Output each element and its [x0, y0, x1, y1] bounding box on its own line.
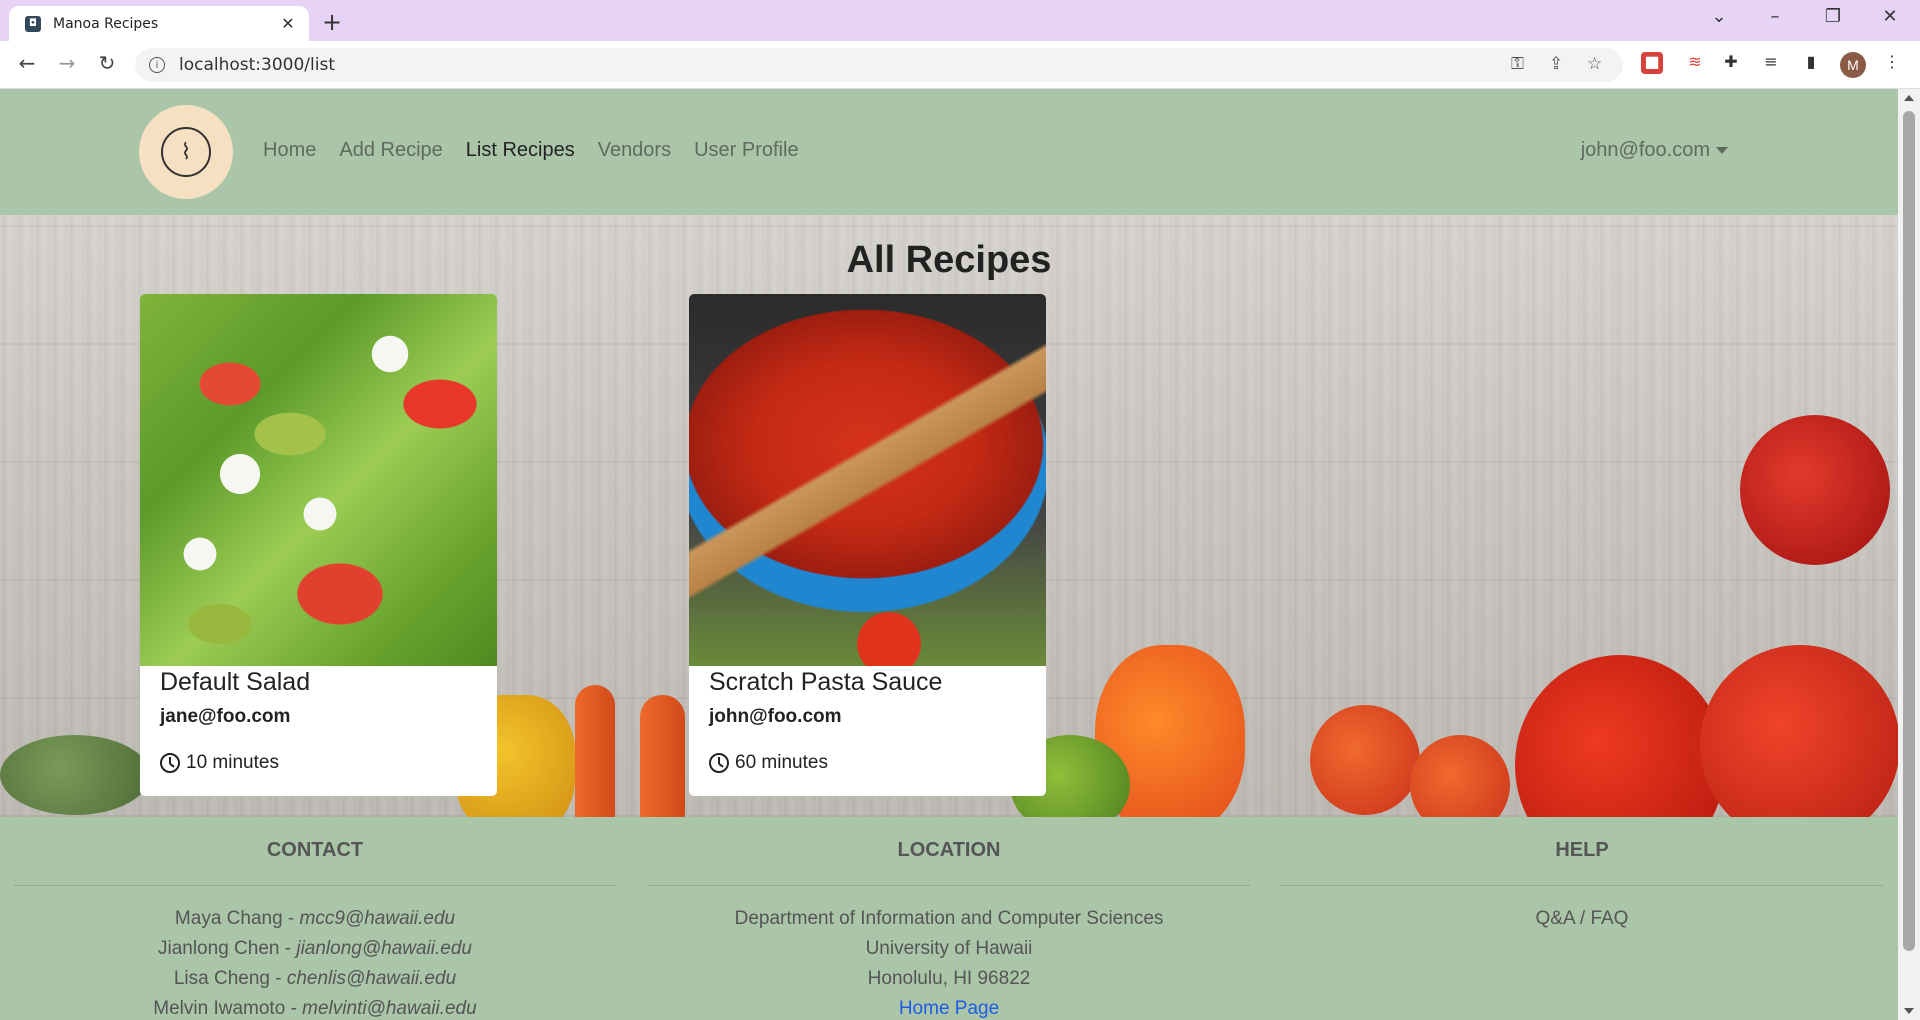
browser-tab-strip: ◘ Manoa Recipes ✕ + ⌄ – ❐ ✕ [0, 0, 1920, 41]
faq-link[interactable]: Q&A / FAQ [1281, 904, 1883, 934]
site-footer: CONTACT Maya Chang - mcc9@hawaii.edu Jia… [0, 817, 1898, 1020]
browser-tab[interactable]: ◘ Manoa Recipes ✕ [9, 6, 309, 41]
new-tab-button[interactable]: + [322, 8, 342, 36]
footer-help: HELP Q&A / FAQ [1281, 817, 1883, 934]
scroll-up-icon[interactable] [1904, 95, 1914, 101]
reload-icon[interactable]: ↻ [93, 51, 121, 75]
close-window-button[interactable]: ✕ [1875, 6, 1905, 27]
footer-location: LOCATION Department of Information and C… [648, 817, 1250, 1020]
nav-link-user-profile[interactable]: User Profile [694, 139, 798, 162]
location-line: University of Hawaii [865, 938, 1033, 959]
divider [1281, 885, 1883, 886]
restore-button[interactable]: ❐ [1818, 6, 1848, 27]
nav-link-add-recipe[interactable]: Add Recipe [339, 139, 442, 162]
recipes-section: All Recipes Default Salad jane@foo.com 1… [0, 215, 1898, 817]
address-bar[interactable]: i localhost:3000/list ⚿ ⇪ ☆ [135, 48, 1623, 82]
footer-heading-location: LOCATION [897, 839, 1001, 861]
site-logo[interactable]: ⌇ [139, 105, 233, 199]
nav-link-vendors[interactable]: Vendors [598, 139, 671, 162]
contact-line: Melvin Iwamoto - melvinti@hawaii.edu [153, 998, 477, 1019]
scroll-thumb[interactable] [1903, 111, 1915, 951]
bell-pepper-image [1740, 415, 1890, 565]
location-line: Honolulu, HI 96822 [867, 968, 1031, 989]
contact-line: Lisa Cheng - chenlis@hawaii.edu [173, 968, 457, 989]
recipe-image-pasta-sauce[interactable] [689, 294, 1046, 666]
footer-contact: CONTACT Maya Chang - mcc9@hawaii.edu Jia… [14, 817, 616, 1020]
location-line: Department of Information and Computer S… [734, 908, 1164, 929]
extension-icon[interactable]: ■ [1641, 52, 1663, 74]
recipe-card[interactable]: Scratch Pasta Sauce john@foo.com 60 minu… [689, 294, 1046, 796]
recipe-card[interactable]: Default Salad jane@foo.com 10 minutes [140, 294, 497, 796]
recipe-owner: jane@foo.com [160, 706, 291, 727]
clock-icon [709, 753, 729, 773]
url-text[interactable]: localhost:3000/list [179, 55, 335, 75]
recipe-name: Default Salad [160, 668, 311, 696]
nav-link-list-recipes[interactable]: List Recipes [466, 139, 575, 162]
browser-menu-icon[interactable]: ⋮ [1881, 52, 1903, 74]
home-page-link[interactable]: Home Page [648, 994, 1250, 1020]
extension-icon[interactable]: ≋ [1684, 52, 1706, 74]
media-control-icon[interactable]: ≡ [1760, 52, 1782, 74]
contact-line: Jianlong Chen - jianlong@hawaii.edu [157, 938, 472, 959]
recipe-time: 60 minutes [735, 752, 828, 773]
scroll-down-icon[interactable] [1904, 1008, 1914, 1014]
tab-search-chevron-icon[interactable]: ⌄ [1704, 6, 1734, 27]
recipe-name: Scratch Pasta Sauce [709, 668, 943, 696]
footer-heading-help: HELP [1555, 839, 1609, 861]
cherry-tomato-image [1410, 735, 1510, 817]
cherry-tomato-image [1310, 705, 1420, 815]
side-panel-icon[interactable]: ▮ [1800, 52, 1822, 74]
recipe-time: 10 minutes [186, 752, 279, 773]
share-icon[interactable]: ⇪ [1549, 54, 1563, 74]
site-info-icon[interactable]: i [149, 57, 165, 73]
tab-close-icon[interactable]: ✕ [277, 14, 299, 33]
forward-arrow-icon[interactable]: → [53, 51, 81, 75]
tomato-image [1515, 655, 1725, 817]
caret-down-icon [1716, 147, 1728, 155]
clock-icon [160, 753, 180, 773]
nav-links: Home Add Recipe List Recipes Vendors Use… [263, 139, 822, 162]
leafy-vegetable-image [0, 735, 150, 815]
key-icon[interactable]: ⚿ [1511, 54, 1524, 74]
carrot-image [640, 695, 685, 817]
page-viewport: ⌇ Home Add Recipe List Recipes Vendors U… [0, 89, 1898, 1020]
nav-link-home[interactable]: Home [263, 139, 316, 162]
user-dropdown[interactable]: john@foo.com [1581, 139, 1728, 162]
recipe-owner: john@foo.com [709, 706, 842, 727]
browser-toolbar: ← → ↻ i localhost:3000/list ⚿ ⇪ ☆ ■ ≋ ✚ … [0, 41, 1920, 89]
divider [14, 885, 616, 886]
tab-title: Manoa Recipes [53, 15, 159, 32]
fork-knife-icon: ⌇ [161, 127, 211, 177]
contact-line: Maya Chang - mcc9@hawaii.edu [174, 908, 456, 929]
user-email: john@foo.com [1580, 139, 1710, 161]
tab-favicon-icon: ◘ [25, 15, 41, 32]
divider [648, 885, 1250, 886]
minimize-button[interactable]: – [1760, 6, 1790, 27]
recipe-image-salad[interactable] [140, 294, 497, 666]
bookmark-star-icon[interactable]: ☆ [1587, 54, 1602, 74]
profile-avatar[interactable]: M [1840, 52, 1866, 78]
footer-heading-contact: CONTACT [266, 839, 364, 861]
page-title: All Recipes [846, 239, 1052, 281]
back-arrow-icon[interactable]: ← [13, 51, 41, 75]
extensions-puzzle-icon[interactable]: ✚ [1720, 52, 1742, 74]
tomato-image [1700, 645, 1898, 817]
site-navbar: ⌇ Home Add Recipe List Recipes Vendors U… [0, 89, 1898, 215]
page-scrollbar[interactable] [1898, 89, 1920, 1020]
carrot-image [575, 685, 615, 817]
